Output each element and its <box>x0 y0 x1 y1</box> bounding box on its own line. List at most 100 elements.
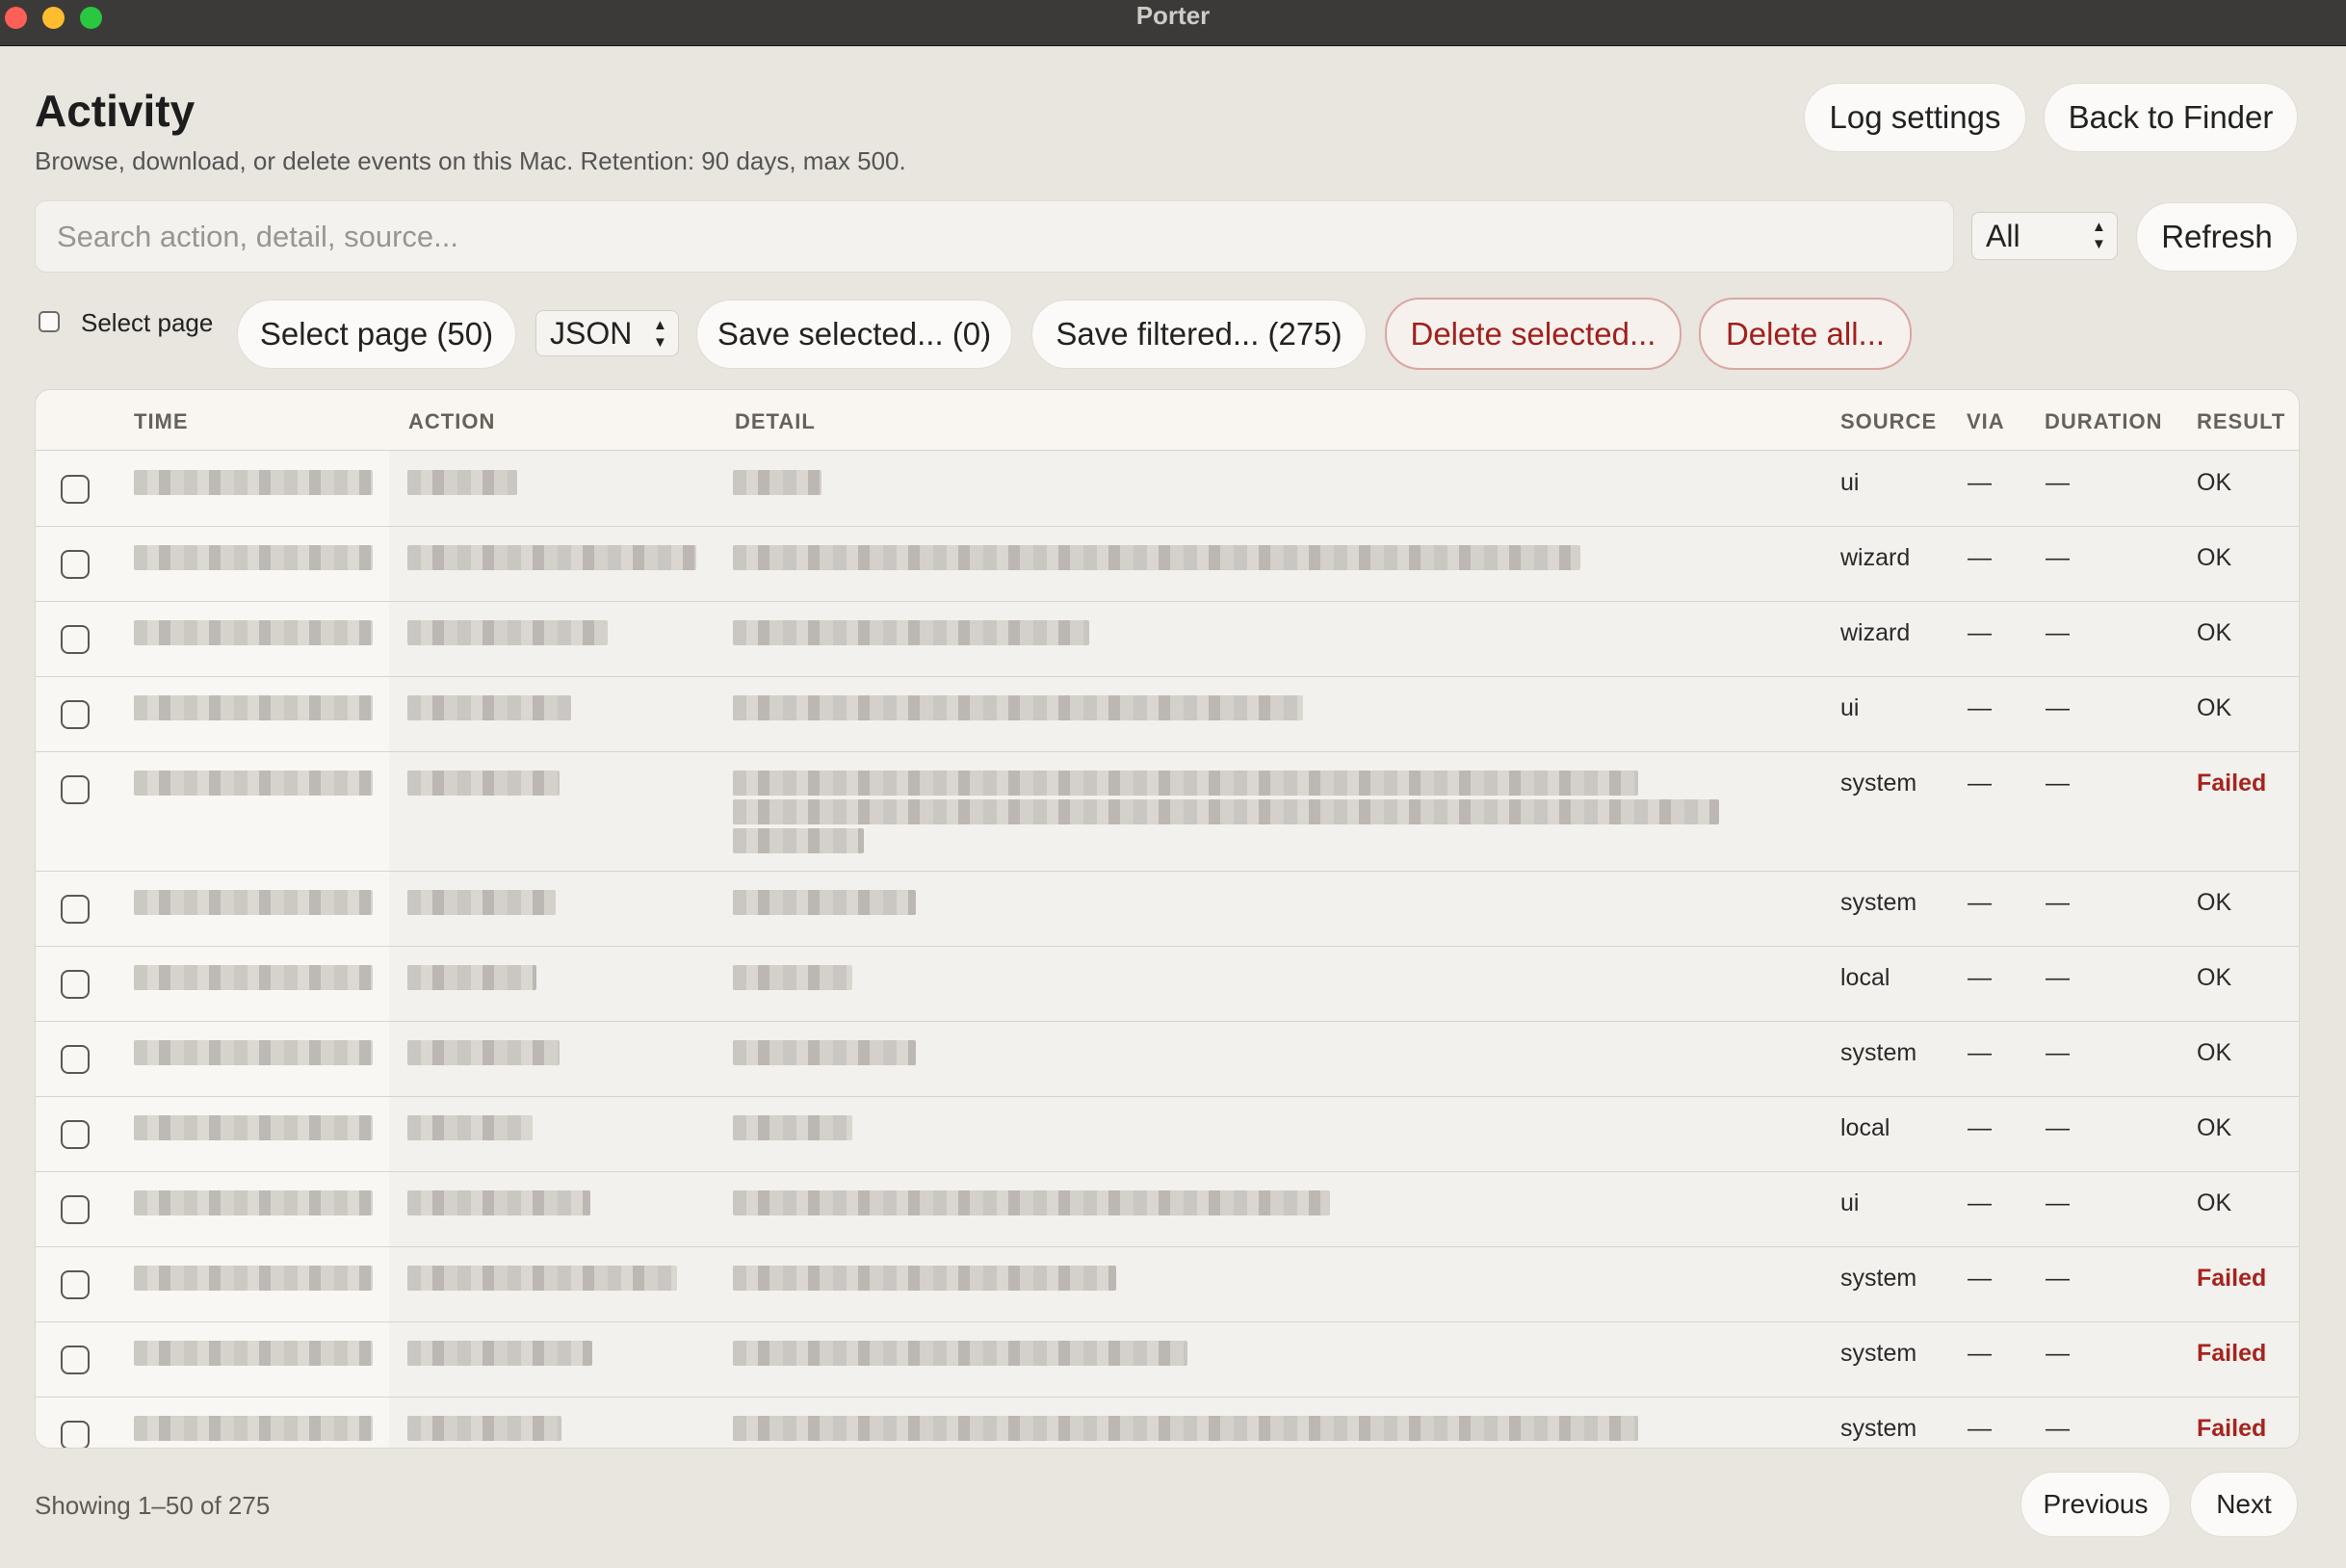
duration-cell: — <box>2046 1114 2070 1141</box>
source-cell: system <box>1840 1415 1917 1442</box>
window-title: Porter <box>1135 1 1211 30</box>
duration-cell: — <box>2046 694 2070 721</box>
column-header-time[interactable]: TIME <box>134 409 189 434</box>
delete-selected-button[interactable]: Delete selected... <box>1385 298 1681 370</box>
redacted-action <box>407 1040 560 1065</box>
row-checkbox[interactable] <box>61 1421 90 1448</box>
next-page-button[interactable]: Next <box>2190 1472 2298 1537</box>
source-cell: ui <box>1840 694 1860 721</box>
table-row[interactable]: local — — OK <box>36 1096 2299 1172</box>
redacted-detail <box>733 799 1719 824</box>
result-cell: Failed <box>2197 1415 2267 1442</box>
result-cell: OK <box>2197 964 2232 991</box>
redacted-time <box>134 1341 373 1366</box>
via-cell: — <box>1968 544 1992 571</box>
table-row[interactable]: ui — — OK <box>36 451 2299 527</box>
via-cell: — <box>1968 1114 1992 1141</box>
redacted-time <box>134 620 373 645</box>
redacted-action <box>407 695 571 720</box>
previous-page-button[interactable]: Previous <box>2020 1472 2171 1537</box>
redacted-detail <box>733 965 852 990</box>
format-select[interactable]: JSON ▲ ▼ <box>535 310 679 356</box>
row-checkbox[interactable] <box>61 1045 90 1074</box>
format-select-value: JSON <box>550 316 633 351</box>
redacted-time <box>134 1190 373 1215</box>
redacted-detail <box>733 890 916 915</box>
row-checkbox[interactable] <box>61 1120 90 1149</box>
table-row[interactable]: system — — Failed <box>36 1321 2299 1398</box>
duration-cell: — <box>2046 770 2070 797</box>
column-header-duration[interactable]: DURATION <box>2045 409 2162 434</box>
row-checkbox[interactable] <box>61 895 90 924</box>
refresh-button[interactable]: Refresh <box>2136 202 2298 272</box>
search-field[interactable] <box>35 200 1954 273</box>
result-cell: OK <box>2197 1039 2232 1066</box>
row-checkbox[interactable] <box>61 970 90 999</box>
redacted-time <box>134 890 373 915</box>
duration-cell: — <box>2046 1340 2070 1367</box>
redacted-detail <box>733 1266 1116 1291</box>
redacted-action <box>407 1266 677 1291</box>
redacted-detail <box>733 1341 1187 1366</box>
result-cell: Failed <box>2197 1340 2267 1367</box>
title-bar: Porter <box>0 0 2346 46</box>
redacted-time <box>134 470 373 495</box>
row-checkbox[interactable] <box>61 1346 90 1374</box>
select-page-button[interactable]: Select page (50) <box>237 300 516 369</box>
result-cell: Failed <box>2197 770 2267 797</box>
table-row[interactable]: system — — Failed <box>36 751 2299 872</box>
table-row[interactable]: system — — Failed <box>36 1397 2299 1448</box>
table-header: TIME ACTION DETAIL SOURCE VIA DURATION R… <box>36 390 2299 451</box>
column-header-result[interactable]: RESULT <box>2197 409 2285 434</box>
redacted-detail <box>733 470 821 495</box>
table-row[interactable]: ui — — OK <box>36 676 2299 752</box>
page-subtitle: Browse, download, or delete events on th… <box>35 146 906 175</box>
row-checkbox[interactable] <box>61 700 90 729</box>
column-header-action[interactable]: ACTION <box>408 409 495 434</box>
table-row[interactable]: system — — OK <box>36 1021 2299 1097</box>
table-row[interactable]: wizard — — OK <box>36 601 2299 677</box>
result-cell: OK <box>2197 1189 2232 1216</box>
redacted-detail <box>733 771 1638 796</box>
redacted-time <box>134 1115 373 1140</box>
table-row[interactable]: wizard — — OK <box>36 526 2299 602</box>
activity-table: TIME ACTION DETAIL SOURCE VIA DURATION R… <box>35 389 2300 1449</box>
result-cell: Failed <box>2197 1265 2267 1292</box>
select-arrows-icon: ▲ ▼ <box>653 317 667 351</box>
table-row[interactable]: ui — — OK <box>36 1171 2299 1247</box>
row-checkbox[interactable] <box>61 475 90 504</box>
column-header-detail[interactable]: DETAIL <box>735 409 816 434</box>
table-row[interactable]: local — — OK <box>36 946 2299 1022</box>
table-row[interactable]: system — — OK <box>36 871 2299 947</box>
row-checkbox[interactable] <box>61 1270 90 1299</box>
source-cell: system <box>1840 770 1917 797</box>
redacted-time <box>134 1416 373 1441</box>
redacted-time <box>134 695 373 720</box>
back-to-finder-button[interactable]: Back to Finder <box>2044 83 2298 152</box>
source-cell: system <box>1840 1340 1917 1367</box>
row-checkbox[interactable] <box>61 775 90 804</box>
app-window: Porter Activity Browse, download, or del… <box>0 0 2346 1568</box>
row-checkbox[interactable] <box>61 550 90 579</box>
delete-all-button[interactable]: Delete all... <box>1699 298 1912 370</box>
row-checkbox[interactable] <box>61 625 90 654</box>
redacted-detail <box>733 1190 1330 1215</box>
source-cell: local <box>1840 1114 1890 1141</box>
via-cell: — <box>1968 469 1992 496</box>
filter-select[interactable]: All ▲ ▼ <box>1971 212 2118 260</box>
log-settings-button[interactable]: Log settings <box>1804 83 2026 152</box>
row-checkbox[interactable] <box>61 1195 90 1224</box>
redacted-detail <box>733 545 1580 570</box>
save-filtered-button[interactable]: Save filtered... (275) <box>1031 300 1367 369</box>
via-cell: — <box>1968 619 1992 646</box>
redacted-detail <box>733 620 1089 645</box>
column-header-source[interactable]: SOURCE <box>1840 409 1937 434</box>
select-page-checkbox[interactable] <box>39 311 60 332</box>
search-input[interactable] <box>36 201 1953 272</box>
column-header-via[interactable]: VIA <box>1967 409 2005 434</box>
redacted-detail <box>733 695 1303 720</box>
result-cell: OK <box>2197 619 2232 646</box>
redacted-action <box>407 1341 592 1366</box>
save-selected-button[interactable]: Save selected... (0) <box>696 300 1012 369</box>
table-row[interactable]: system — — Failed <box>36 1246 2299 1322</box>
